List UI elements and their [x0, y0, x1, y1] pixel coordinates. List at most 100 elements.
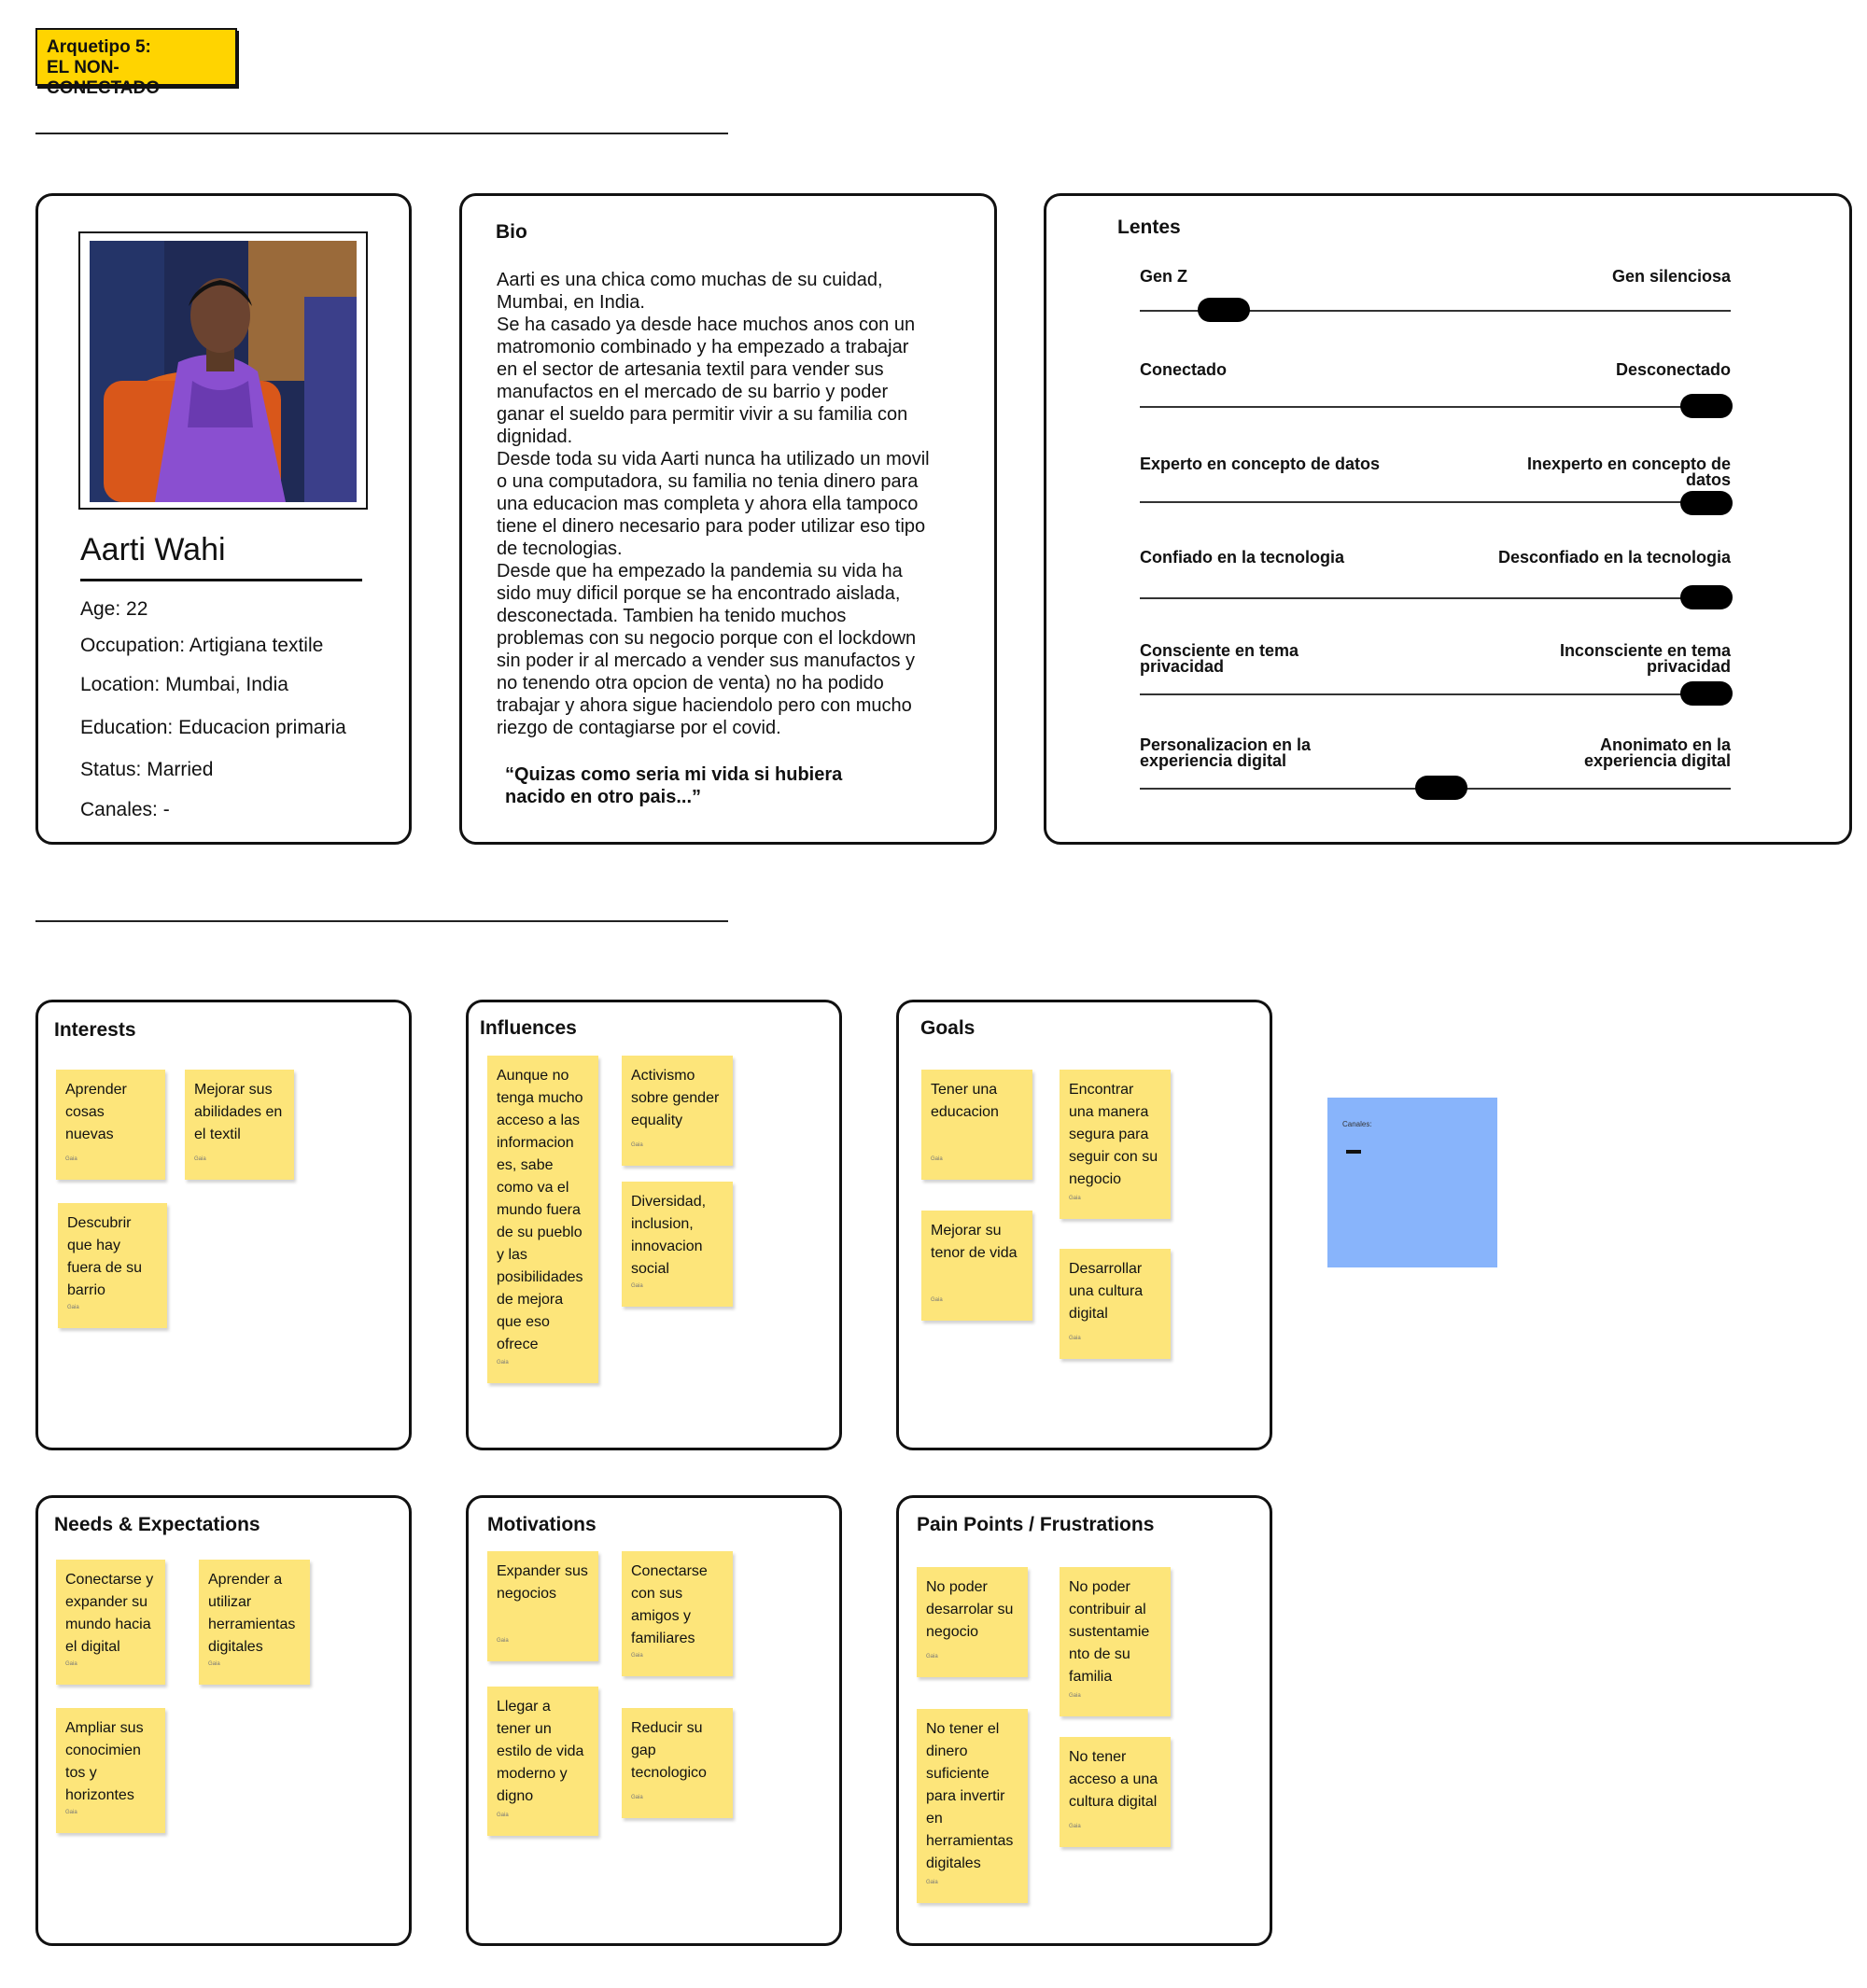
sticky-text-line: en — [926, 1811, 943, 1827]
sticky-note[interactable]: No tener acceso a una cultura digital Gaia — [1060, 1737, 1171, 1847]
goals-title: Goals — [920, 1017, 976, 1039]
bio-line: en el sector de artesania textil para ve… — [497, 359, 884, 380]
bio-line: Se ha casado ya desde hace muchos anos c… — [497, 315, 916, 335]
bio-line: tiene el dinero necesario para poder uti… — [497, 516, 926, 537]
sticky-author: Gaia — [631, 1795, 643, 1800]
sticky-text-line: cosas — [65, 1104, 105, 1120]
divider-middle — [35, 920, 728, 922]
sticky-text-line: tecnologico — [631, 1765, 707, 1781]
channels-note[interactable]: Canales: — [1327, 1098, 1497, 1267]
sticky-text-line: No poder — [1069, 1579, 1130, 1595]
lens-left-label: Conectado — [1140, 360, 1228, 379]
sticky-note[interactable]: Conectarse y expander su mundo hacia el dig… — [56, 1560, 165, 1685]
lens-right-label: Desconfiado en la tecnologia — [1497, 548, 1731, 567]
sticky-author: Gaia — [65, 1661, 77, 1667]
sticky-note[interactable]: Diversidad, inclusion, innovacion social Ga… — [622, 1182, 733, 1307]
sticky-text-line: digital — [1069, 1306, 1108, 1322]
sticky-text-line: nto de su — [1069, 1646, 1130, 1662]
lens-left-label: Gen Z — [1140, 267, 1188, 286]
sticky-text-line: que eso — [497, 1314, 550, 1330]
sticky-note[interactable]: Llegar a tener un estilo de vida moderno y d… — [487, 1687, 598, 1836]
sticky-note[interactable]: Aunque no tenga mucho acceso a las informac… — [487, 1056, 598, 1383]
lens-knob-tech-trust[interactable] — [1680, 585, 1733, 609]
sticky-text-line: No tener — [1069, 1749, 1127, 1765]
lens-track — [1140, 597, 1731, 599]
sticky-text-line: segura para — [1069, 1127, 1149, 1142]
sticky-author: Gaia — [65, 1156, 77, 1162]
lentes-title: Lentes — [1117, 217, 1181, 238]
lens-right-line: privacidad — [1646, 657, 1731, 676]
sticky-note[interactable]: Ampliar sus conocimien tos y horizontes Gai… — [56, 1708, 165, 1833]
sticky-text-line: Tener una — [931, 1082, 998, 1098]
lens-knob-privacy[interactable] — [1680, 681, 1733, 706]
sticky-text-line: equality — [631, 1113, 683, 1128]
lens-knob-data-expertise[interactable] — [1680, 491, 1733, 515]
sticky-note[interactable]: No poder desarrolar su negocio Gaia — [917, 1567, 1028, 1677]
sticky-note[interactable]: Reducir su gap tecnologico Gaia — [622, 1708, 733, 1818]
sticky-author: Gaia — [497, 1360, 509, 1365]
divider-top — [35, 133, 728, 134]
sticky-text-line: No poder — [926, 1579, 988, 1595]
sticky-text-line: acceso a una — [1069, 1771, 1158, 1787]
sticky-note[interactable]: Expander sus negocios Gaia — [487, 1551, 598, 1661]
lens-knob-generation[interactable] — [1198, 298, 1250, 322]
sticky-note[interactable]: Aprender a utilizar herramientas digitales … — [199, 1560, 310, 1685]
lens-left-label: Experto en concepto de datos — [1140, 455, 1381, 473]
bio-quote: “Quizas como seria mi vida si hubiera na… — [505, 763, 860, 808]
lens-right-label: Inconsciente en tema privacidad — [1560, 642, 1731, 676]
sticky-text-line: negocio — [1069, 1171, 1122, 1187]
lens-right-label: Inexperto en concepto de datos — [1527, 455, 1731, 489]
sticky-text-line: mundo fuera — [497, 1202, 581, 1218]
sticky-note[interactable]: Activismo sobre gender equality Gaia — [622, 1056, 733, 1166]
lens-knob-personalization[interactable] — [1415, 776, 1467, 800]
sticky-note[interactable]: Mejorar su tenor de vida Gaia — [921, 1211, 1032, 1321]
sticky-note[interactable]: Desarrollar una cultura digital Gaia — [1060, 1249, 1171, 1359]
name-underline — [80, 579, 362, 581]
sticky-note[interactable]: Aprender cosas nuevas Gaia — [56, 1070, 165, 1180]
sticky-text-line: Activismo — [631, 1068, 695, 1084]
persona-channels: Canales: - — [80, 799, 170, 820]
sticky-note[interactable]: No poder contribuir al sustentamie nto de s… — [1060, 1567, 1171, 1716]
sticky-text-line: ofrece — [497, 1337, 539, 1352]
sticky-text-line: Expander sus — [497, 1563, 588, 1579]
lens-knob-connection[interactable] — [1680, 394, 1733, 418]
sticky-author: Gaia — [497, 1813, 509, 1818]
interests-title: Interests — [54, 1019, 136, 1041]
sticky-text-line: digitales — [926, 1855, 981, 1871]
sticky-text-line: desarrolar su — [926, 1602, 1014, 1617]
sticky-text-line: Conectarse y — [65, 1572, 154, 1588]
lens-right-line: datos — [1685, 470, 1731, 489]
sticky-text-line: herramientas — [208, 1617, 296, 1632]
sticky-note[interactable]: No tener el dinero suficiente para invertir… — [917, 1709, 1028, 1903]
sticky-text-line: educacion — [931, 1104, 999, 1120]
sticky-note[interactable]: Conectarse con sus amigos y familiares Gaia — [622, 1551, 733, 1676]
bio-line: no tenendo otra opcion de venta) no ha p… — [497, 673, 884, 693]
quote-line: “Quizas como seria mi vida si hubiera — [505, 764, 843, 785]
sticky-note[interactable]: Encontrar una manera segura para seguir con… — [1060, 1070, 1171, 1219]
persona-name: Aarti Wahi — [80, 532, 226, 567]
sticky-note[interactable]: Mejorar sus abilidades en el textil Gaia — [185, 1070, 294, 1180]
sticky-text-line: moderno y — [497, 1766, 568, 1782]
sticky-note[interactable]: Descubrir que hay fuera de su barrio Gaia — [58, 1203, 167, 1328]
sticky-note[interactable]: Tener una educacion Gaia — [921, 1070, 1032, 1180]
sticky-text-line: Mejorar su — [931, 1223, 1002, 1239]
sticky-text-line: Diversidad, — [631, 1194, 707, 1210]
sticky-text-line: Aprender a — [208, 1572, 283, 1588]
sticky-text-line: cultura digital — [1069, 1794, 1158, 1810]
sticky-author: Gaia — [926, 1880, 938, 1885]
sticky-text-line: Reducir su — [631, 1720, 703, 1736]
pain-points-title: Pain Points / Frustrations — [917, 1514, 1155, 1535]
persona-location: Location: Mumbai, India — [80, 674, 288, 695]
sticky-text-line: utilizar — [208, 1594, 252, 1610]
lens-right-label: Anonimato en la experiencia digital — [1584, 736, 1731, 769]
sticky-text-line: innovacion — [631, 1239, 703, 1254]
bio-line: trabajar y ahora sigue haciendolo pero c… — [497, 695, 912, 716]
bio-line: Desde que ha empezado la pandemia su vid… — [497, 561, 903, 581]
sticky-text-line: dinero — [926, 1743, 968, 1759]
sticky-author: Gaia — [1069, 1824, 1081, 1829]
motivations-title: Motivations — [487, 1514, 597, 1535]
bio-line: una educacion mas completa y ahora ella … — [497, 494, 919, 514]
sticky-text-line: tener un — [497, 1721, 552, 1737]
persona-age: Age: 22 — [80, 598, 148, 620]
sticky-text-line: Descubrir — [67, 1215, 132, 1231]
